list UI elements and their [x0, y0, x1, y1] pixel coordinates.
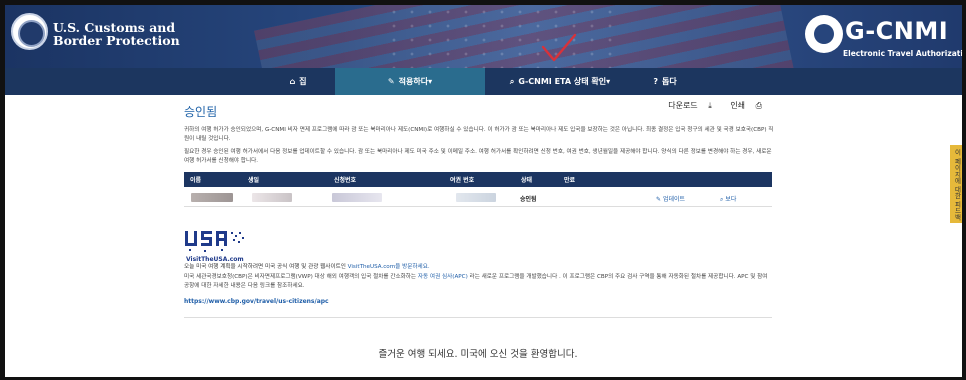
update-paragraph: 필요한 경우 승인된 여행 허가서에서 다음 정보를 업데이트할 수 있습니다.… — [184, 149, 772, 164]
column-header-name: 이름 — [190, 177, 202, 184]
download-label: 다운로드 — [668, 101, 698, 110]
redacted-passport-number — [456, 193, 496, 202]
main-nav: ⌂ 집 ✎ 적용하다▾ ⌕ G-CNMI ETA 상태 확인▾ ? 돕다 — [5, 68, 962, 95]
nav-check-status[interactable]: ⌕ G-CNMI ETA 상태 확인▾ — [485, 68, 635, 95]
logo-subtitle: Electronic Travel Authorization — [843, 49, 962, 58]
farewell-message: 즐거운 여행 되세요. 미국에 오신 것을 환영합니다. — [378, 349, 578, 360]
visit-text: 오늘 미국 여행 계획을 시작하려면 미국 공식 여행 및 관광 웹사이트인 — [184, 264, 348, 270]
column-header-application-number: 신청번호 — [334, 177, 357, 184]
chevron-down-icon: ▾ — [428, 77, 433, 86]
red-checkmark-icon — [541, 33, 577, 62]
column-header-status: 상태 — [521, 177, 533, 184]
home-icon: ⌂ — [289, 77, 296, 86]
nav-check-status-label: G-CNMI ETA 상태 확인 — [518, 77, 607, 86]
globe-icon — [805, 15, 843, 53]
feedback-tab-label: 이 페이지에 대한 피드백 — [953, 149, 961, 221]
column-header-birthday: 생일 — [248, 177, 260, 184]
browser-page: U.S. Customs and Border Protection G-CNM… — [5, 5, 962, 377]
table-header: 이름 생일 신청번호 여권 번호 상태 만료 — [184, 172, 772, 187]
flag-stars — [385, 5, 625, 68]
divider — [184, 317, 772, 318]
view-label: 보다 — [725, 196, 737, 203]
update-label: 업데이트 — [662, 196, 686, 203]
visittheusa-link[interactable]: VisitTheUSA.com을 방문하세요. — [348, 264, 430, 270]
nav-apply[interactable]: ✎ 적용하다▾ — [335, 68, 485, 95]
logo-text: G-CNMI — [845, 17, 949, 45]
redacted-application-number — [332, 193, 382, 202]
nav-home[interactable]: ⌂ 집 — [258, 68, 338, 95]
page-title: 승인됨 — [184, 105, 218, 119]
download-button[interactable]: 다운로드 ⤓ — [660, 101, 712, 110]
help-icon: ? — [653, 77, 658, 86]
view-button[interactable]: ⌕ 보다 — [720, 194, 736, 204]
agency-name[interactable]: U.S. Customs and Border Protection — [53, 21, 180, 47]
feedback-tab[interactable]: 이 페이지에 대한 피드백 — [950, 145, 962, 223]
status-badge: 승인됨 — [520, 196, 537, 203]
search-icon: ⌕ — [509, 77, 515, 86]
nav-help-label: 돕다 — [661, 77, 677, 86]
pencil-icon: ✎ — [387, 77, 395, 86]
nav-home-label: 집 — [299, 77, 307, 86]
search-icon: ⌕ — [720, 196, 724, 203]
site-header: U.S. Customs and Border Protection G-CNM… — [5, 5, 962, 68]
pencil-icon: ✎ — [656, 196, 662, 203]
visit-usa-text: 오늘 미국 여행 계획을 시작하려면 미국 공식 여행 및 관광 웹사이트인 V… — [184, 262, 430, 270]
update-button[interactable]: ✎ 업데이트 — [656, 194, 685, 203]
column-header-passport-number: 여권 번호 — [450, 177, 475, 184]
redacted-birthday — [252, 193, 292, 202]
apc-text1: 미국 세관국경보호청(CBP)은 비자면제프로그램(VWP) 대상 해외 여행객… — [184, 274, 418, 280]
print-button[interactable]: 인쇄 ⎙ — [722, 101, 762, 110]
apc-paragraph: 미국 세관국경보호청(CBP)은 비자면제프로그램(VWP) 대상 해외 여행객… — [184, 273, 774, 291]
apc-link[interactable]: 자동 여권 심사(APC) — [418, 274, 468, 280]
gcnmi-logo[interactable]: G-CNMI Electronic Travel Authorization — [805, 13, 962, 59]
approval-paragraph: 귀하의 여행 허가가 승인되었으며, G-CNMI 비자 면제 프로그램에 따라… — [184, 127, 774, 142]
applications-table: 이름 생일 신청번호 여권 번호 상태 만료 승인됨 ✎ 업데이트 ⌕ 보다 — [184, 172, 772, 207]
redacted-name — [191, 193, 233, 202]
nav-help[interactable]: ? 돕다 — [635, 68, 695, 95]
agency-line2: Border Protection — [53, 33, 180, 48]
table-row: 승인됨 ✎ 업데이트 ⌕ 보다 — [184, 188, 772, 207]
column-header-expiration: 만료 — [564, 177, 576, 184]
visittheusa-logo[interactable] — [184, 229, 246, 257]
cbp-apc-url-link[interactable]: https://www.cbp.gov/travel/us-citizens/a… — [184, 298, 329, 305]
print-label: 인쇄 — [730, 101, 746, 110]
page-actions: 다운로드 ⤓ 인쇄 ⎙ — [652, 100, 762, 111]
chevron-down-icon: ▾ — [606, 77, 611, 86]
nav-apply-label: 적용하다 — [398, 77, 429, 86]
print-icon: ⎙ — [755, 101, 762, 110]
dhs-seal-icon[interactable] — [11, 13, 48, 50]
download-icon: ⤓ — [708, 101, 712, 110]
